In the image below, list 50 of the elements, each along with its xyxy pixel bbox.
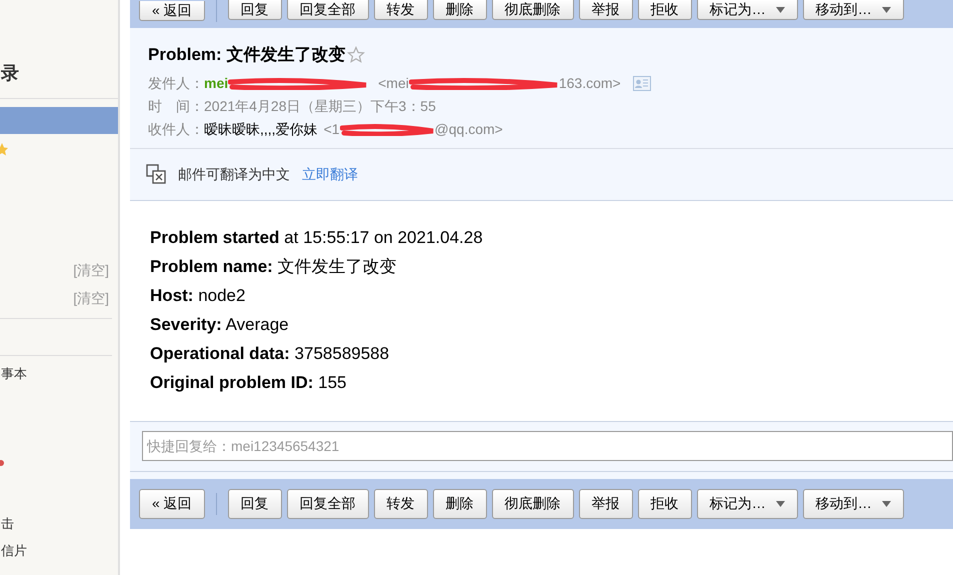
- toolbar-button[interactable]: 举报: [578, 488, 633, 518]
- body-line: Original problem ID: 155: [150, 372, 348, 394]
- toolbar-button[interactable]: 删除: [432, 0, 487, 20]
- caret-icon: [776, 6, 785, 12]
- recipient-email: @qq.com>: [434, 120, 503, 139]
- sender-email: <mei: [378, 74, 409, 93]
- toolbar-button[interactable]: 删除: [432, 488, 487, 518]
- sidebar-link[interactable]: 击: [1, 514, 118, 533]
- toolbar-button[interactable]: 拒收: [638, 0, 692, 20]
- dropdown-button[interactable]: 标记为…: [696, 488, 798, 518]
- caret-icon: [882, 500, 891, 506]
- star-icon[interactable]: [347, 46, 366, 64]
- body-line: Host: node2: [150, 284, 246, 306]
- recipient-email: <1: [324, 120, 340, 139]
- sidebar-link[interactable]: 事本: [1, 364, 118, 384]
- body-line: Problem started at 15:55:17 on 2021.04.28: [150, 226, 484, 248]
- caret-icon: [882, 6, 891, 12]
- toolbar-button[interactable]: 回复: [228, 488, 282, 518]
- dropdown-button[interactable]: 标记为…: [696, 0, 798, 20]
- dropdown-button[interactable]: 移动到…: [802, 488, 904, 518]
- caret-icon: [776, 500, 785, 506]
- toolbar-button[interactable]: 拒收: [638, 488, 692, 518]
- toolbar-button[interactable]: 回复: [228, 0, 282, 20]
- sidebar-item[interactable]: [0, 107, 118, 134]
- dropdown-button[interactable]: 移动到…: [802, 0, 904, 20]
- toolbar-button[interactable]: 彻底删除: [492, 0, 574, 20]
- toolbar-button[interactable]: 转发: [374, 488, 428, 518]
- body-line: Operational data: 3758589588: [150, 342, 390, 364]
- toolbar-button[interactable]: 回复全部: [286, 488, 369, 518]
- body-line: Problem name: 文件发生了改变: [150, 256, 398, 278]
- translate-link[interactable]: 立即翻译: [302, 164, 358, 184]
- recipient-name[interactable]: 暧昧暧昧,,,,爱你妹: [204, 119, 318, 140]
- toolbar-button[interactable]: 转发: [374, 0, 428, 20]
- sidebar-title: 录: [1, 62, 20, 85]
- sender-email: 163.com>: [558, 74, 621, 93]
- translate-note: 邮件可翻译为中文: [178, 164, 290, 184]
- toolbar-button[interactable]: « 返回: [139, 488, 205, 518]
- field-label: 发件人：: [148, 74, 204, 93]
- toolbar-button[interactable]: 举报: [578, 0, 633, 20]
- translate-icon: [146, 164, 166, 184]
- contact-card-icon: [632, 76, 651, 91]
- sent-time: 2021年4月28日（星期三）下午3：55: [204, 97, 436, 116]
- body-line: Severity: Average: [150, 314, 290, 336]
- toolbar-button[interactable]: « 返回: [139, 1, 205, 21]
- sidebar-link[interactable]: 信片: [1, 541, 118, 560]
- field-label: 收件人：: [148, 120, 204, 139]
- field-label: 时 间：: [148, 97, 204, 116]
- mail-subject: Problem: 文件发生了改变: [148, 44, 346, 66]
- toolbar-button[interactable]: 回复全部: [286, 0, 369, 20]
- toolbar-button[interactable]: 彻底删除: [492, 488, 574, 518]
